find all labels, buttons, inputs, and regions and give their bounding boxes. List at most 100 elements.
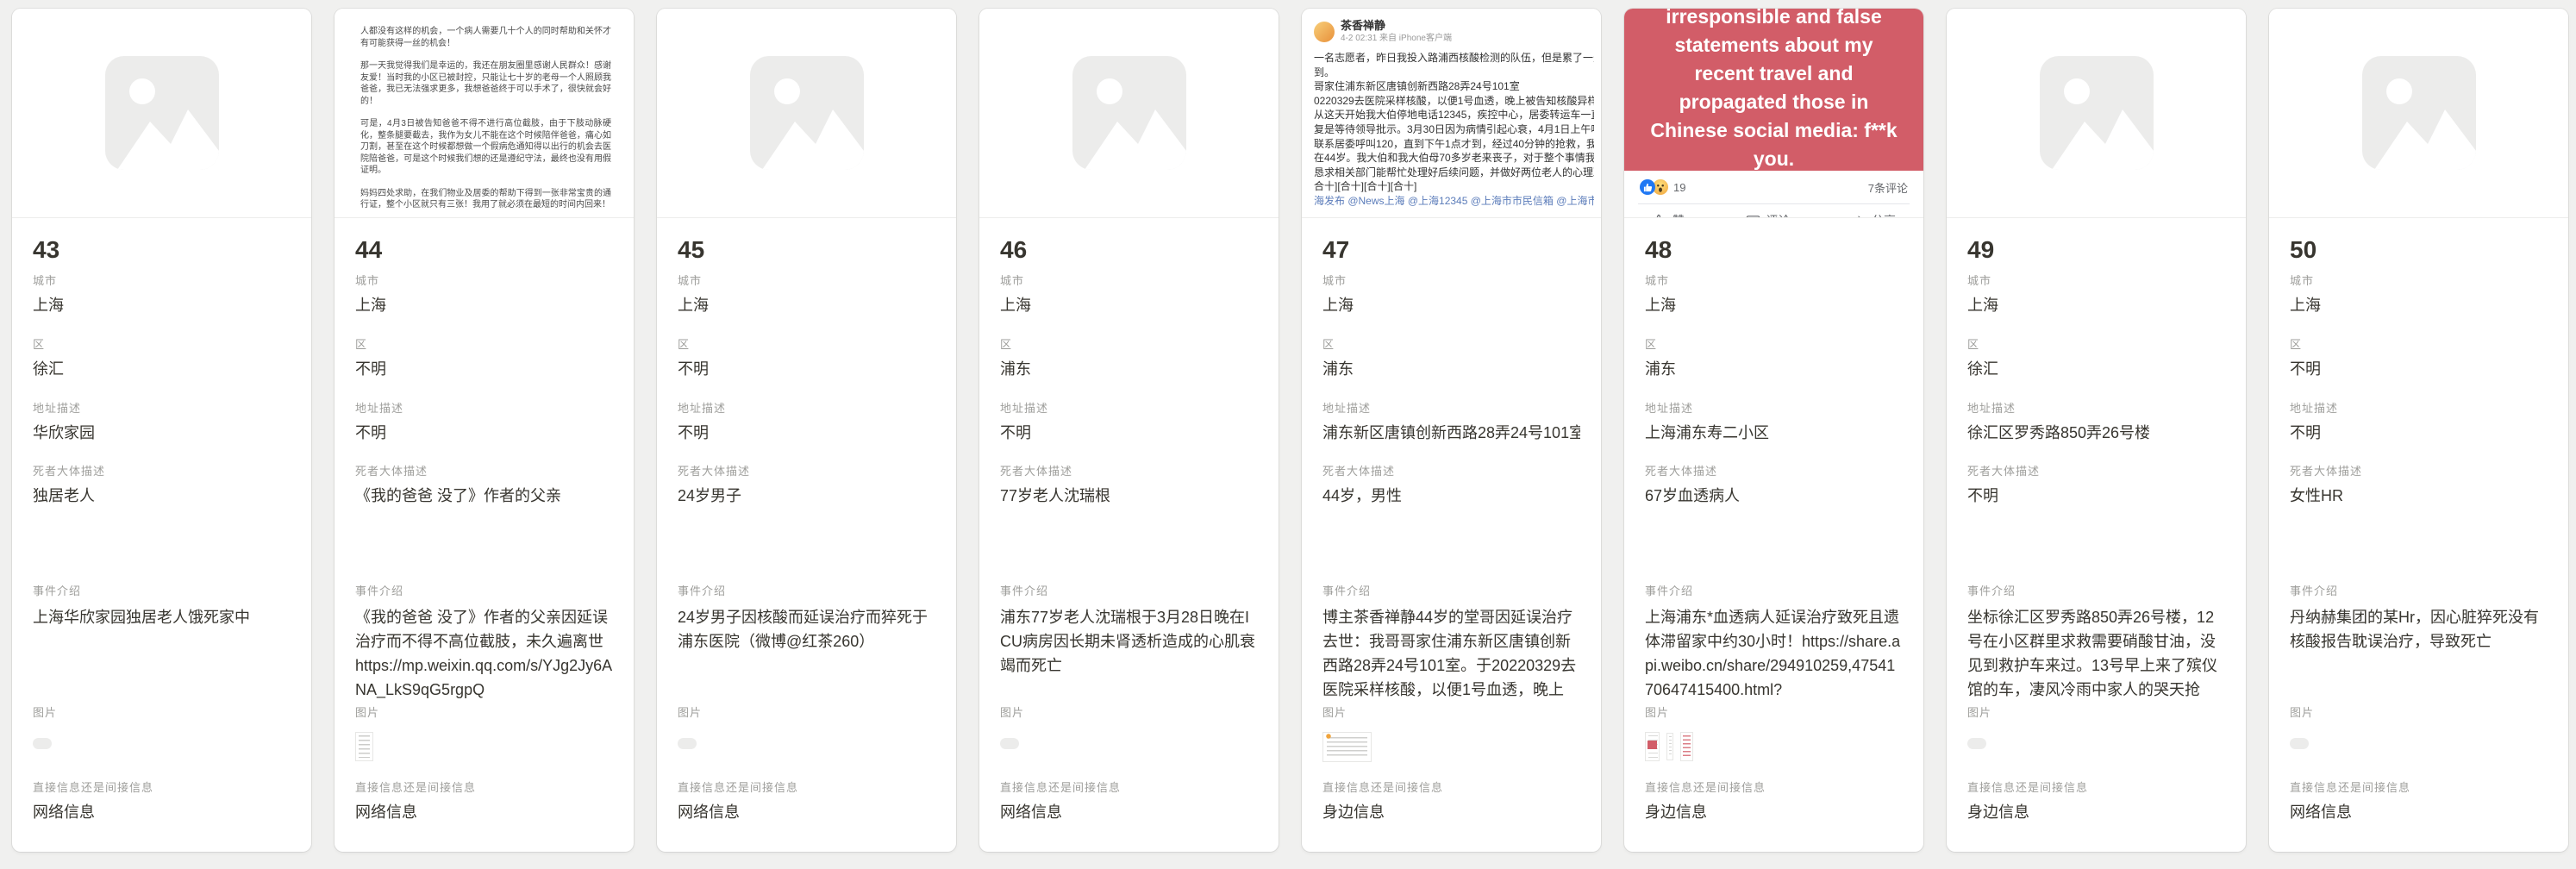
- weibo-body-line: 在44岁。我大伯和我大伯母70多岁老来丧子，对于整个事情我不做评价，: [1314, 151, 1594, 166]
- weibo-body-line: 一名志愿者，昨日我投入路浦西核酸检测的队伍，但是累了一天后晚上接: [1314, 51, 1594, 66]
- facebook-actions-row: 赞 评论 分享: [1624, 204, 1923, 218]
- field-value-source: 网络信息: [2290, 802, 2548, 822]
- field-deceased: 死者大体描述 独居老人: [33, 465, 291, 585]
- share-arrow-icon: [1851, 214, 1866, 219]
- field-value-district: 浦东: [1645, 359, 1903, 379]
- card-fields: 44 城市 上海 区 不明 地址描述 不明 死者大体描述 《我的爸爸 没了》作者…: [335, 218, 634, 852]
- field-address: 地址描述 徐汇区罗秀路850弄26号楼: [1967, 402, 2225, 443]
- image-thumbnail-row: [1000, 727, 1258, 749]
- weibo-avatar: [1314, 22, 1335, 42]
- share-action: 分享: [1851, 212, 1896, 218]
- weibo-body-line: 哥家住浦东新区唐镇创新西路28弄24号101室: [1314, 79, 1594, 94]
- article-paragraph: 可是，4月3日被告知爸爸不得不进行高位截肢，由于下肢动脉硬化，整条腿要截去，我作…: [360, 118, 611, 177]
- card-title: 48: [1645, 235, 1903, 265]
- reaction-count: 19: [1673, 181, 1685, 194]
- card-fields: 50 城市 上海 区 不明 地址描述 不明 死者大体描述 女性HR 事件介绍 丹…: [2269, 218, 2568, 852]
- field-label-images: 图片: [1000, 706, 1258, 720]
- weibo-body: 一名志愿者，昨日我投入路浦西核酸检测的队伍，但是累了一天后晚上接到。哥家住浦东新…: [1314, 51, 1594, 194]
- field-label-deceased: 死者大体描述: [678, 465, 935, 478]
- image-placeholder-icon: [1072, 56, 1186, 170]
- field-city: 城市 上海: [2290, 274, 2548, 316]
- facebook-body-line: you.: [1645, 145, 1903, 171]
- card-fields: 49 城市 上海 区 徐汇 地址描述 徐汇区罗秀路850弄26号楼 死者大体描述…: [1947, 218, 2246, 852]
- field-label-district: 区: [1000, 338, 1258, 352]
- weibo-body-line: 复是等待领导批示。3月30日因为病情引起心衰，4月1日上午呼吸不畅，: [1314, 122, 1594, 137]
- field-value-event: 博主茶香禅静44岁的堂哥因延误治疗去世：我哥哥家住浦东新区唐镇创新西路28弄24…: [1322, 605, 1580, 702]
- field-source: 直接信息还是间接信息 网络信息: [678, 781, 935, 822]
- field-label-images: 图片: [1645, 706, 1903, 720]
- field-event: 事件介绍 《我的爸爸 没了》作者的父亲因延误治疗而不得不高位截肢，未久遍离世 h…: [355, 585, 613, 706]
- card-title: 43: [33, 235, 291, 265]
- field-images: 图片: [1967, 706, 2225, 781]
- field-value-event: 上海浦东*血透病人延误治疗致死且遗体滞留家中约30小时！https://shar…: [1645, 605, 1903, 702]
- field-event: 事件介绍 丹纳赫集团的某Hr，因心脏猝死没有核酸报告耽误治疗，导致死亡: [2290, 585, 2548, 706]
- field-event: 事件介绍 上海浦东*血透病人延误治疗致死且遗体滞留家中约30小时！https:/…: [1645, 585, 1903, 706]
- field-value-city: 上海: [1000, 295, 1258, 316]
- weibo-username: 茶香禅静: [1341, 19, 1452, 32]
- field-label-deceased: 死者大体描述: [1645, 465, 1903, 478]
- card-cover: [2269, 9, 2568, 218]
- record-card[interactable]: 茶香禅静 4-2 02:31 来自 iPhone客户端 一名志愿者，昨日我投入路…: [1302, 9, 1601, 852]
- cover-placeholder: [12, 9, 311, 217]
- comment-count: 7条评论: [1868, 179, 1908, 196]
- field-address: 地址描述 浦东新区唐镇创新西路28弄24号101室: [1322, 402, 1580, 443]
- record-card[interactable]: 49 城市 上海 区 徐汇 地址描述 徐汇区罗秀路850弄26号楼 死者大体描述…: [1947, 9, 2246, 852]
- field-district: 区 不明: [678, 338, 935, 379]
- field-city: 城市 上海: [1322, 274, 1580, 316]
- field-deceased: 死者大体描述 不明: [1967, 465, 2225, 585]
- field-label-event: 事件介绍: [355, 585, 613, 598]
- field-event: 事件介绍 上海华欣家园独居老人饿死家中: [33, 585, 291, 706]
- field-label-images: 图片: [33, 706, 291, 720]
- field-value-district: 不明: [355, 359, 613, 379]
- field-label-source: 直接信息还是间接信息: [1645, 781, 1903, 795]
- field-label-event: 事件介绍: [2290, 585, 2548, 598]
- like-emoji-icon: [1640, 179, 1655, 195]
- field-label-deceased: 死者大体描述: [1967, 465, 2225, 478]
- card-cover: 人都没有这样的机会，一个病人需要几十个人的同时帮助和关怀才有可能获得一丝的机会！…: [335, 9, 634, 218]
- field-city: 城市 上海: [355, 274, 613, 316]
- field-label-city: 城市: [1322, 274, 1580, 288]
- record-card[interactable]: 45 城市 上海 区 不明 地址描述 不明 死者大体描述 24岁男子 事件介绍 …: [657, 9, 956, 852]
- card-title: 47: [1322, 235, 1580, 265]
- field-district: 区 浦东: [1645, 338, 1903, 379]
- cover-placeholder: [2269, 9, 2568, 217]
- record-card[interactable]: 50 城市 上海 区 不明 地址描述 不明 死者大体描述 女性HR 事件介绍 丹…: [2269, 9, 2568, 852]
- field-images: 图片: [2290, 706, 2548, 781]
- field-label-deceased: 死者大体描述: [2290, 465, 2548, 478]
- field-source: 直接信息还是间接信息 网络信息: [355, 781, 613, 822]
- card-fields: 48 城市 上海 区 浦东 地址描述 上海浦东寿二小区 死者大体描述 67岁血透…: [1624, 218, 1923, 852]
- record-card[interactable]: irresponsible and falsestatements about …: [1624, 9, 1923, 852]
- field-source: 直接信息还是间接信息 网络信息: [2290, 781, 2548, 822]
- field-label-district: 区: [33, 338, 291, 352]
- field-label-address: 地址描述: [33, 402, 291, 416]
- record-card[interactable]: 43 城市 上海 区 徐汇 地址描述 华欣家园 死者大体描述 独居老人 事件介绍…: [12, 9, 311, 852]
- field-value-address: 不明: [355, 422, 613, 443]
- field-label-district: 区: [678, 338, 935, 352]
- article-paragraph: 妈妈四处求助，在我们物业及居委的帮助下得到一张非常宝贵的通行证，整个小区就只有三…: [360, 188, 611, 211]
- field-deceased: 死者大体描述 女性HR: [2290, 465, 2548, 585]
- field-value-event: 上海华欣家园独居老人饿死家中: [33, 605, 291, 629]
- image-thumbnail-row: [33, 727, 291, 749]
- field-label-address: 地址描述: [678, 402, 935, 416]
- speech-bubble-icon: [1746, 214, 1760, 219]
- record-card[interactable]: 人都没有这样的机会，一个病人需要几十个人的同时帮助和关怀才有可能获得一丝的机会！…: [335, 9, 634, 852]
- field-label-city: 城市: [33, 274, 291, 288]
- field-label-images: 图片: [1967, 706, 2225, 720]
- field-value-deceased: 67岁血透病人: [1645, 485, 1903, 506]
- field-value-event: 《我的爸爸 没了》作者的父亲因延误治疗而不得不高位截肢，未久遍离世 https:…: [355, 605, 613, 702]
- field-value-source: 网络信息: [678, 802, 935, 822]
- cover-placeholder: [1947, 9, 2246, 217]
- field-value-city: 上海: [1322, 295, 1580, 316]
- field-images: 图片: [355, 706, 613, 781]
- record-card[interactable]: 46 城市 上海 区 浦东 地址描述 不明 死者大体描述 77岁老人沈瑞根 事件…: [979, 9, 1279, 852]
- card-fields: 43 城市 上海 区 徐汇 地址描述 华欣家园 死者大体描述 独居老人 事件介绍…: [12, 218, 311, 852]
- facebook-body-line: statements about my: [1645, 31, 1903, 59]
- field-label-district: 区: [1645, 338, 1903, 352]
- weibo-post-screenshot: 茶香禅静 4-2 02:31 来自 iPhone客户端 一名志愿者，昨日我投入路…: [1302, 9, 1601, 209]
- facebook-body-line: Chinese social media: f**k: [1645, 116, 1903, 145]
- field-deceased: 死者大体描述 77岁老人沈瑞根: [1000, 465, 1258, 585]
- field-district: 区 徐汇: [33, 338, 291, 379]
- field-label-source: 直接信息还是间接信息: [678, 781, 935, 795]
- field-value-city: 上海: [678, 295, 935, 316]
- like-action-label: 赞: [1673, 212, 1685, 218]
